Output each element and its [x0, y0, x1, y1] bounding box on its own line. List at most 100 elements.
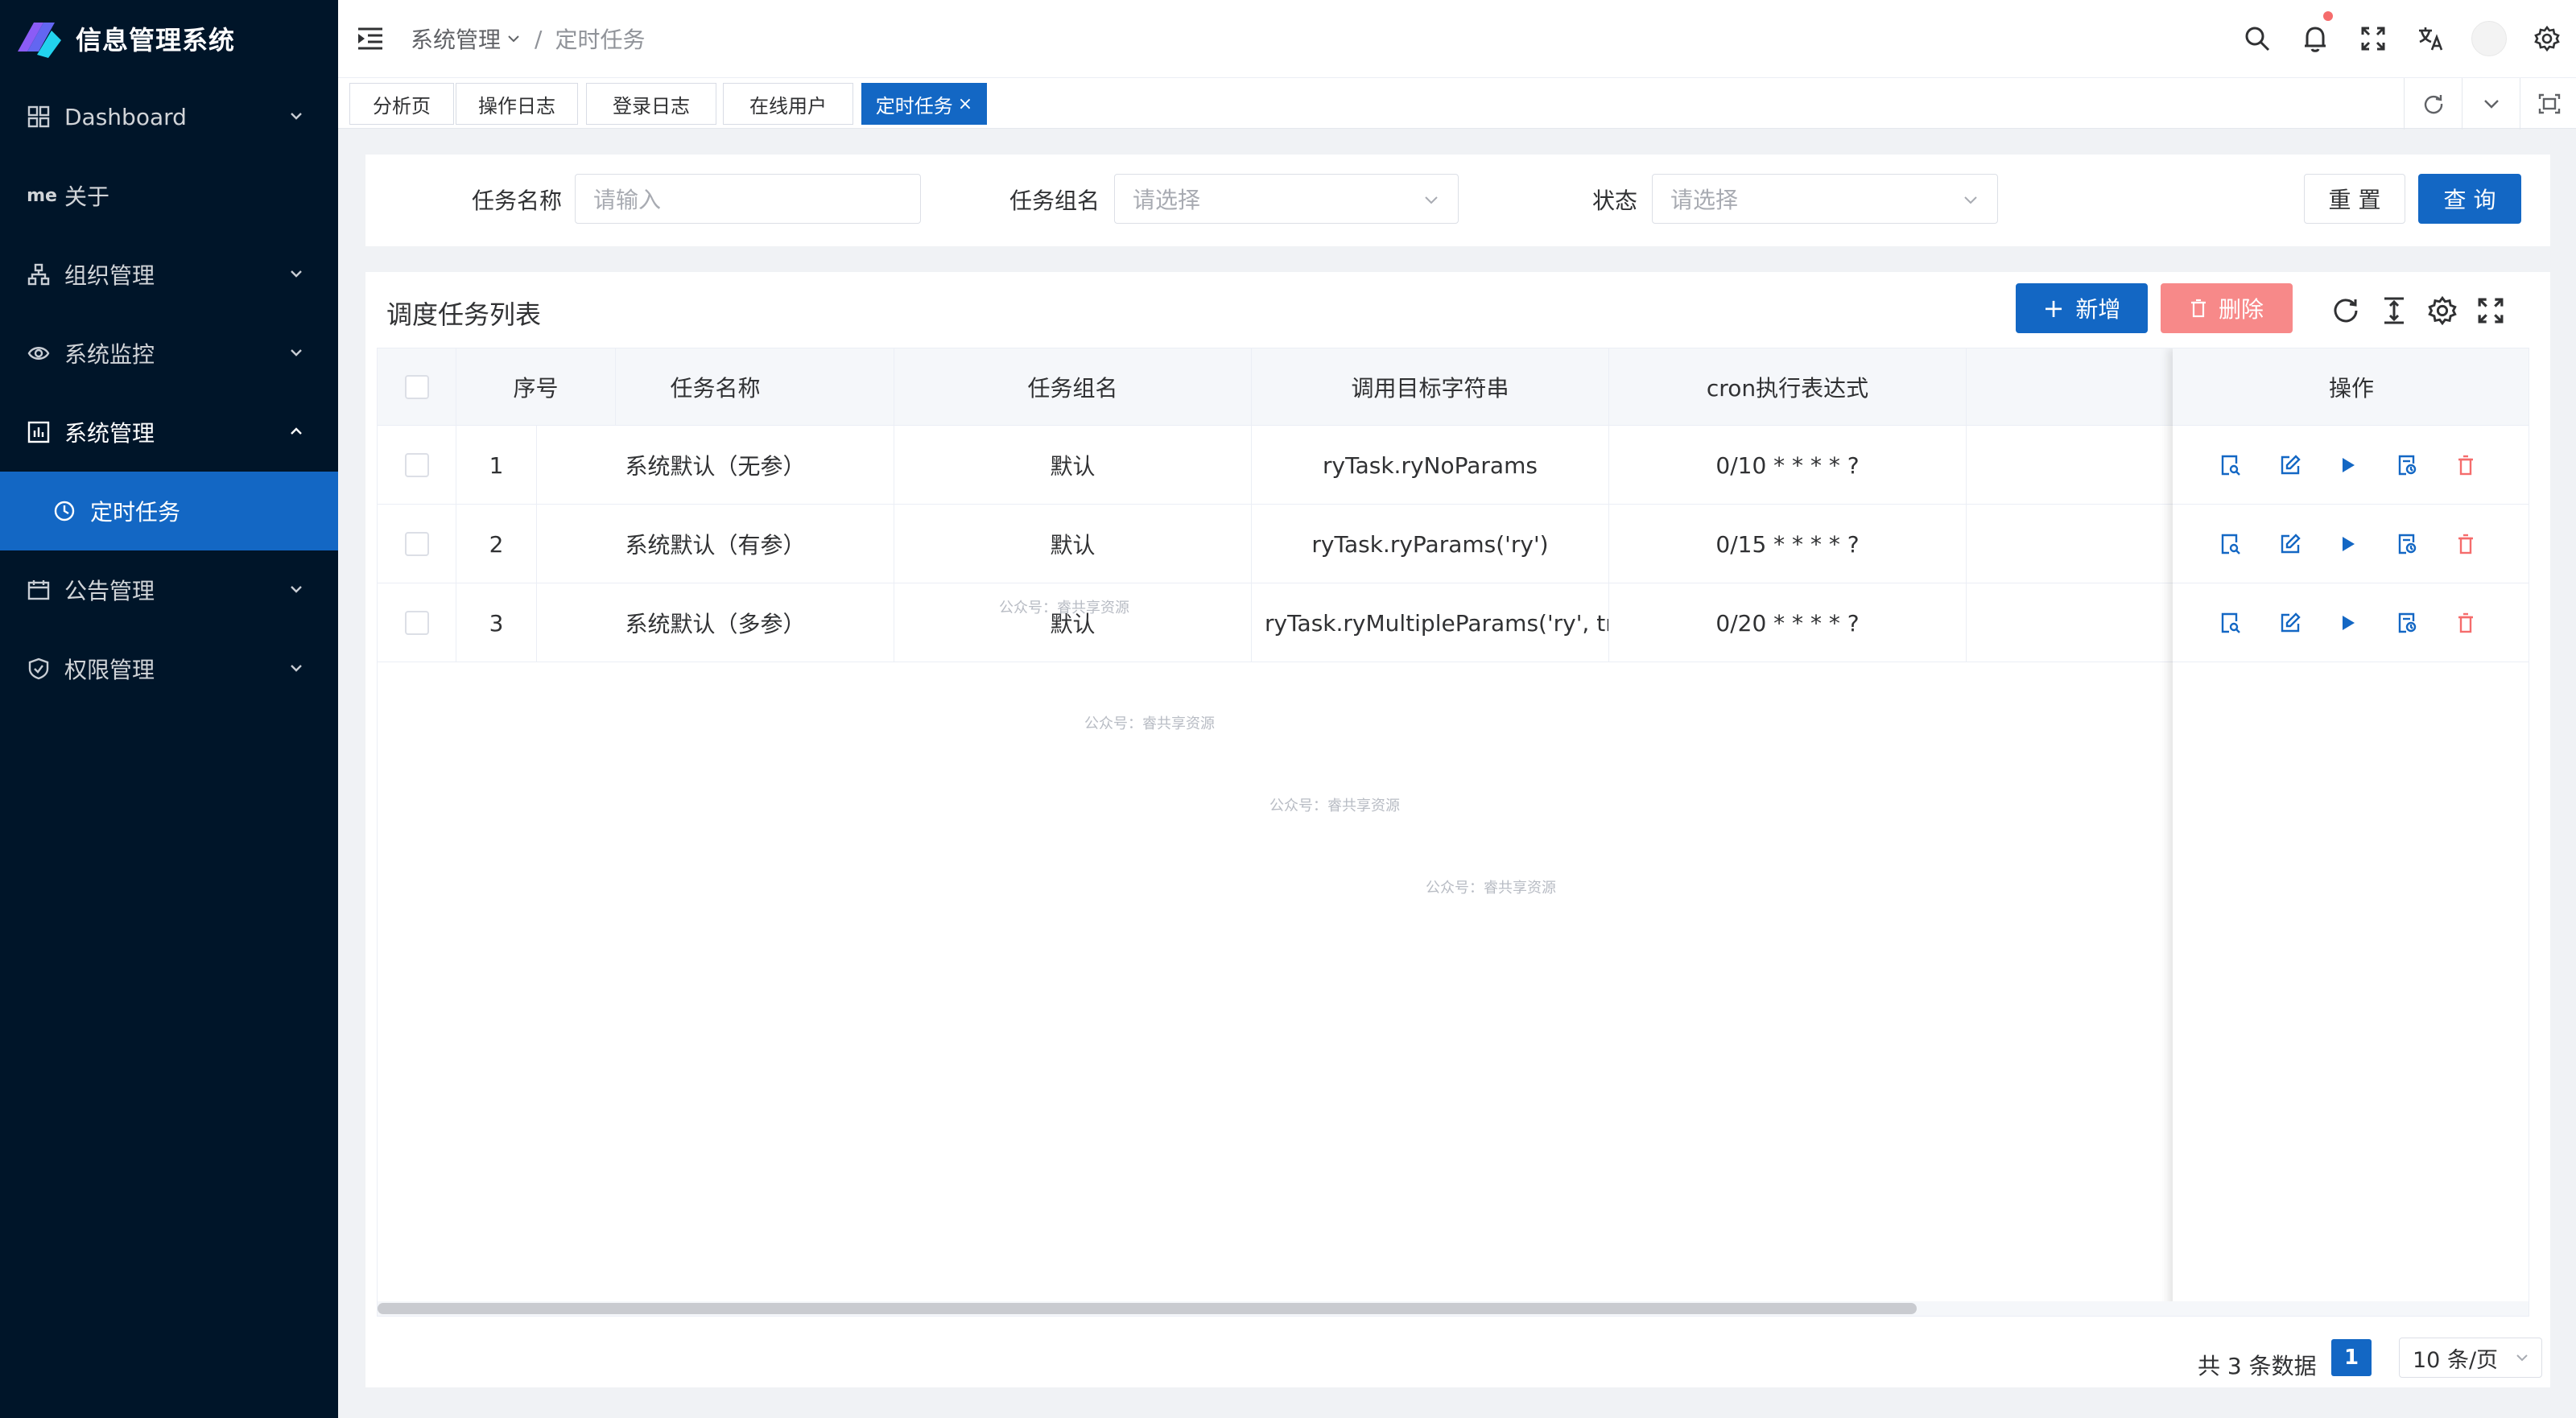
chevron-down-icon [291, 349, 302, 357]
row-checkbox[interactable] [404, 532, 429, 556]
add-button-label: 新增 [2075, 296, 2121, 323]
add-task-button[interactable]: + 新增 [2016, 283, 2148, 333]
task-name-placeholder: 请输入 [593, 187, 662, 213]
sidebar-item-organization[interactable]: 组织管理 [0, 235, 338, 314]
tab-label: 登录日志 [613, 94, 690, 117]
cell-index: 3 [456, 583, 537, 662]
cell-invoke-target: ryTask.ryMultipleParams('ry', tr... [1252, 583, 1609, 662]
tab-analysis[interactable]: 分析页 [349, 83, 454, 125]
task-log-icon[interactable] [2392, 449, 2424, 481]
menu-fold-icon[interactable] [354, 23, 386, 55]
delete-row-icon[interactable] [2450, 528, 2482, 560]
sidebar-item-label: 组织管理 [64, 262, 155, 289]
cell-cron: 0/10 * * * * ? [1609, 426, 1967, 505]
sidebar-item-permissions[interactable]: 权限管理 [0, 629, 338, 708]
sidebar-item-about[interactable]: me 关于 [0, 156, 338, 235]
sidebar-item-scheduled-tasks[interactable]: 定时任务 [0, 472, 338, 550]
avatar [2471, 21, 2507, 56]
run-once-play-icon[interactable] [2332, 528, 2364, 560]
table-fullscreen-icon[interactable] [2473, 293, 2508, 328]
refresh-tab-icon[interactable] [2404, 78, 2462, 130]
delete-task-button[interactable]: 删除 [2161, 283, 2293, 333]
sidebar-item-announcements[interactable]: 公告管理 [0, 550, 338, 629]
run-once-play-icon[interactable] [2332, 449, 2364, 481]
edit-icon[interactable] [2274, 528, 2306, 560]
breadcrumb-item-current: 定时任务 [555, 27, 646, 53]
query-button[interactable]: 查 询 [2418, 174, 2521, 224]
tab-close-icon[interactable]: × [958, 94, 972, 114]
tab-label: 定时任务 [875, 94, 953, 117]
chevron-down-icon[interactable] [506, 31, 522, 47]
user-avatar[interactable] [2460, 0, 2518, 77]
delete-row-icon[interactable] [2450, 607, 2482, 639]
watermark-text: 公众号：睿共享资源 [999, 600, 1129, 616]
shield-check-icon [26, 656, 52, 682]
task-name-input[interactable]: 请输入 [575, 174, 921, 224]
table-title: 调度任务列表 [386, 299, 542, 330]
select-all-checkbox[interactable] [404, 375, 429, 399]
horizontal-scrollbar[interactable] [378, 1301, 2529, 1316]
page-size-select[interactable]: 10 条/页 [2399, 1338, 2542, 1378]
row-select[interactable] [378, 583, 456, 662]
cell-task-group: 默认 [894, 505, 1252, 583]
status-select[interactable]: 请选择 [1652, 174, 1998, 224]
settings-gear-icon[interactable] [2518, 0, 2576, 77]
tab-online-users[interactable]: 在线用户 [723, 83, 853, 125]
run-once-play-icon[interactable] [2332, 607, 2364, 639]
search-icon[interactable] [2228, 0, 2286, 77]
reset-button[interactable]: 重 置 [2304, 174, 2405, 224]
header-select-all[interactable] [378, 348, 456, 426]
scrollbar-thumb[interactable] [378, 1303, 1917, 1314]
sidebar-item-monitor[interactable]: 系统监控 [0, 314, 338, 393]
task-log-icon[interactable] [2392, 607, 2424, 639]
tabs-menu-chevron-down-icon[interactable] [2462, 78, 2520, 130]
task-group-placeholder: 请选择 [1133, 187, 1201, 213]
fullscreen-icon[interactable] [2344, 0, 2402, 77]
tab-scheduled-tasks[interactable]: 定时任务 × [861, 83, 987, 125]
task-table: 序号 任务名称 任务组名 调用目标字符串 cron执行表达式 状态 1 系统默认… [377, 348, 2529, 1317]
delete-button-label: 删除 [2218, 296, 2264, 323]
sidebar-item-system-management[interactable]: 系统管理 [0, 393, 338, 472]
app-logo[interactable]: 信息管理系统 [0, 0, 338, 77]
row-select[interactable] [378, 426, 456, 505]
breadcrumb-item-system-management[interactable]: 系统管理 [411, 23, 501, 55]
chevron-down-icon [291, 270, 302, 278]
translate-icon[interactable] [2402, 0, 2460, 77]
cell-index: 2 [456, 505, 537, 583]
sidebar-item-dashboard[interactable]: Dashboard [0, 77, 338, 156]
row-select[interactable] [378, 505, 456, 583]
view-detail-icon[interactable] [2215, 607, 2247, 639]
breadcrumb: 系统管理 / 定时任务 [411, 23, 645, 55]
view-detail-icon[interactable] [2215, 449, 2247, 481]
watermark-text: 公众号：睿共享资源 [1269, 798, 1400, 814]
task-log-icon[interactable] [2392, 528, 2424, 560]
column-settings-gear-icon[interactable] [2425, 293, 2460, 328]
delete-row-icon[interactable] [2450, 449, 2482, 481]
cell-task-name: 系统默认（有参） [537, 505, 894, 583]
pagination-page-1[interactable]: 1 [2331, 1339, 2372, 1376]
row-checkbox[interactable] [404, 611, 429, 635]
view-detail-icon[interactable] [2215, 528, 2247, 560]
sidebar-item-label: Dashboard [64, 103, 187, 130]
tab-login-log[interactable]: 登录日志 [586, 83, 716, 125]
cell-invoke-target: ryTask.ryNoParams [1252, 426, 1609, 505]
breadcrumb-separator: / [535, 25, 543, 52]
row-checkbox[interactable] [404, 453, 429, 477]
edit-icon[interactable] [2274, 607, 2306, 639]
sidebar-item-label: 定时任务 [90, 499, 181, 526]
tab-label: 在线用户 [749, 94, 827, 117]
column-height-icon[interactable] [2376, 293, 2412, 328]
tab-operation-log[interactable]: 操作日志 [456, 83, 578, 125]
chevron-down-icon [2516, 1354, 2528, 1362]
task-group-select[interactable]: 请选择 [1114, 174, 1459, 224]
edit-icon[interactable] [2274, 449, 2306, 481]
header-task-group: 任务组名 [894, 348, 1252, 426]
header-cron: cron执行表达式 [1609, 348, 1967, 426]
notification-bell-icon[interactable] [2286, 0, 2344, 77]
row-actions [2173, 583, 2529, 662]
maximize-content-icon[interactable] [2520, 78, 2576, 130]
pagination-total: 共 3 条数据 [2198, 1353, 2317, 1379]
chevron-up-icon [291, 427, 302, 435]
cell-task-name: 系统默认（多参） [537, 583, 894, 662]
refresh-icon[interactable] [2328, 293, 2363, 328]
